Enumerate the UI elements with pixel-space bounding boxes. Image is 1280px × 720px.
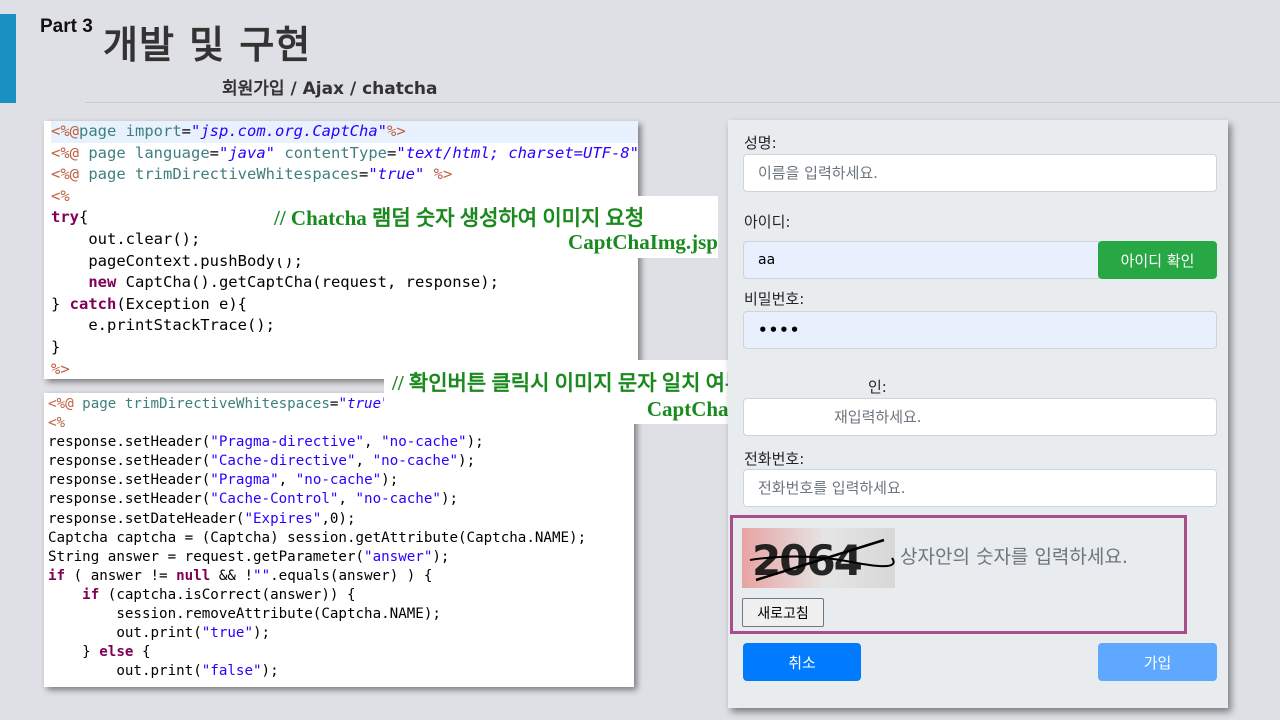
name-label: 성명: bbox=[744, 134, 777, 152]
password-confirm-input[interactable] bbox=[743, 398, 1217, 436]
annotation-captcha-img: // Chatcha 램덤 숫자 생성하여 이미지 요청 CaptChaImg.… bbox=[268, 196, 718, 258]
refresh-button[interactable]: 새로고침 bbox=[742, 598, 824, 627]
annotation-filename: CaptChaImg.jsp bbox=[568, 230, 718, 254]
id-input[interactable] bbox=[743, 241, 1099, 279]
captcha-image: 2064 bbox=[742, 528, 895, 588]
annotation-comment: // Chatcha 램덤 숫자 생성하여 이미지 요청 bbox=[274, 206, 645, 230]
id-label: 아이디: bbox=[744, 213, 791, 231]
annotation-comment: // 확인버튼 클릭시 이미지 문자 일치 여부 bbox=[392, 371, 745, 395]
password-confirm-label: 인: bbox=[868, 378, 887, 396]
accent-bar bbox=[0, 14, 16, 103]
code-line: "jsp.com.org.CaptCha" bbox=[191, 122, 387, 140]
page-subtitle: 회원가입 / Ajax / chatcha bbox=[222, 79, 438, 99]
part-label: Part 3 bbox=[40, 16, 93, 37]
signup-form: 성명: 아이디: 아이디 확인 비밀번호: 인: 전화번호: 2064 상자안의… bbox=[728, 120, 1228, 708]
captcha-submit-code: <%@ page trimDirectiveWhitespaces="true"… bbox=[48, 396, 587, 680]
password-label: 비밀번호: bbox=[744, 290, 805, 308]
captcha-box: 2064 상자안의 숫자를 입력하세요. 새로고침 bbox=[730, 515, 1187, 634]
captcha-submit-code-panel: <%@ page trimDirectiveWhitespaces="true"… bbox=[44, 393, 634, 687]
phone-label: 전화번호: bbox=[744, 450, 805, 468]
captcha-image-graphic: 2064 bbox=[749, 536, 895, 585]
header-divider bbox=[85, 102, 1280, 103]
cancel-button[interactable]: 취소 bbox=[743, 643, 861, 681]
password-input[interactable] bbox=[743, 311, 1217, 349]
page-title: 개발 및 구현 bbox=[103, 23, 312, 67]
name-input[interactable] bbox=[743, 154, 1217, 192]
captcha-hint: 상자안의 숫자를 입력하세요. bbox=[900, 546, 1128, 568]
id-check-button[interactable]: 아이디 확인 bbox=[1098, 241, 1217, 279]
join-button[interactable]: 가입 bbox=[1098, 643, 1217, 681]
phone-input[interactable] bbox=[743, 469, 1217, 507]
